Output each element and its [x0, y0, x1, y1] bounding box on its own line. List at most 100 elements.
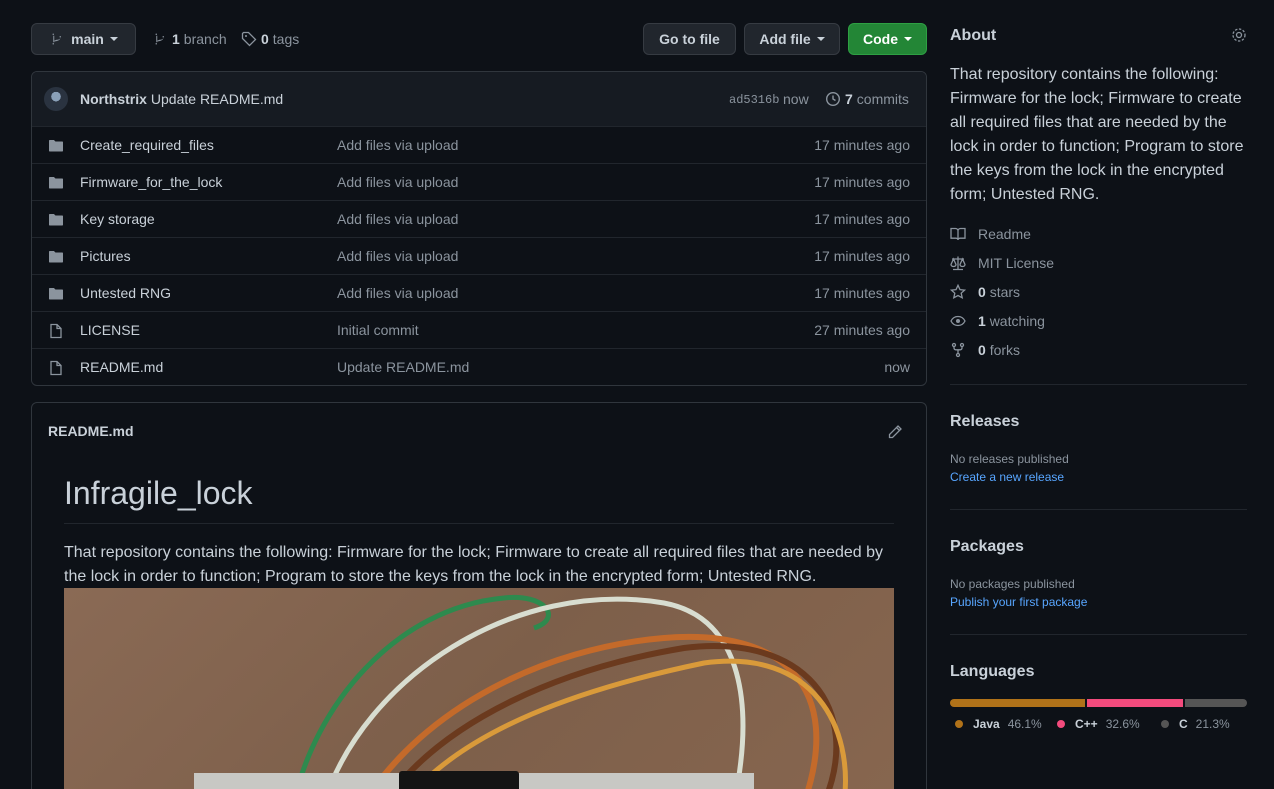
file-name[interactable]: Create_required_files	[80, 137, 214, 153]
branches-link[interactable]: 1 branch	[152, 31, 227, 47]
watching-link[interactable]: 1 watching	[950, 313, 1045, 329]
about-description: That repository contains the following: …	[950, 66, 1244, 203]
packages-empty-text: No packages published	[950, 577, 1075, 591]
history-icon	[825, 91, 841, 107]
language-percent: 21.3%	[1195, 717, 1230, 731]
license-link-label: MIT License	[978, 255, 1054, 271]
languages-heading: Languages	[950, 663, 1035, 680]
folder-icon	[49, 288, 63, 300]
language-percent: 32.6%	[1105, 717, 1140, 731]
sidebar-divider	[950, 384, 1247, 385]
file-commit-message[interactable]: Add files via upload	[337, 137, 458, 153]
file-name[interactable]: Pictures	[80, 248, 131, 264]
language-bar-segment[interactable]	[1184, 699, 1247, 707]
forks-label: forks	[989, 342, 1021, 358]
license-link[interactable]: MIT License	[950, 255, 1054, 271]
file-name[interactable]: Untested RNG	[80, 285, 171, 301]
git-branch-icon	[155, 33, 164, 45]
branch-name: main	[71, 31, 104, 47]
language-c[interactable]: C 21.3%	[1161, 717, 1230, 731]
forks-count: 0	[978, 342, 986, 358]
code-button[interactable]: Code	[848, 23, 927, 55]
chevron-down-icon	[109, 37, 118, 41]
language-java[interactable]: Java 46.1%	[955, 717, 1042, 731]
stars-link[interactable]: 0 stars	[950, 284, 1020, 300]
file-row[interactable]: Create_required_files Add files via uplo…	[32, 126, 926, 163]
file-commit-message[interactable]: Add files via upload	[337, 248, 458, 264]
branch-label: branch	[183, 31, 227, 47]
commit-message[interactable]: Update README.md	[151, 91, 283, 107]
folder-icon	[49, 177, 63, 189]
forks-link[interactable]: 0 forks	[950, 342, 1020, 358]
file-icon	[50, 360, 62, 376]
repo-forked-icon	[951, 342, 965, 358]
stars-label: stars	[989, 284, 1021, 300]
language-bar-segment[interactable]	[950, 699, 1086, 707]
file-age: 17 minutes ago	[814, 248, 910, 264]
file-row[interactable]: LICENSE Initial commit 27 minutes ago	[32, 311, 926, 348]
file-commit-message[interactable]: Update README.md	[337, 359, 469, 375]
file-age: 17 minutes ago	[814, 137, 910, 153]
language-cpp[interactable]: C++ 32.6%	[1057, 717, 1140, 731]
file-name[interactable]: Key storage	[80, 211, 155, 227]
stars-count: 0	[978, 284, 986, 300]
law-icon	[950, 256, 966, 271]
language-name: Java	[973, 717, 1000, 731]
folder-icon	[49, 251, 63, 263]
commit-count-label: commits	[856, 91, 909, 107]
create-release-link[interactable]: Create a new release	[950, 470, 1064, 484]
file-name[interactable]: LICENSE	[80, 322, 140, 338]
star-icon	[950, 284, 966, 300]
sidebar-divider	[950, 509, 1247, 510]
watching-count: 1	[978, 313, 986, 329]
git-branch-icon	[52, 33, 62, 45]
file-name[interactable]: Firmware_for_the_lock	[80, 174, 222, 190]
language-dot	[1057, 720, 1065, 728]
readme-link-label: Readme	[978, 226, 1031, 242]
commit-hash[interactable]: ad5316b	[729, 93, 779, 107]
language-dot	[955, 720, 963, 728]
tag-icon	[241, 31, 257, 47]
file-icon	[50, 323, 62, 339]
file-commit-message[interactable]: Add files via upload	[337, 285, 458, 301]
file-commit-message[interactable]: Add files via upload	[337, 211, 458, 227]
readme-link[interactable]: Readme	[950, 226, 1031, 242]
commit-time: now	[783, 91, 809, 107]
readme-body: That repository contains the following: …	[64, 544, 884, 585]
file-age: 17 minutes ago	[814, 174, 910, 190]
file-row[interactable]: Pictures Add files via upload 17 minutes…	[32, 237, 926, 274]
avatar[interactable]	[44, 87, 68, 111]
file-age: 17 minutes ago	[814, 285, 910, 301]
language-name: C	[1179, 717, 1188, 731]
go-to-file-button[interactable]: Go to file	[643, 23, 736, 55]
file-row[interactable]: README.md Update README.md now	[32, 348, 926, 385]
folder-icon	[49, 140, 63, 152]
language-bar	[950, 699, 1247, 707]
language-bar-segment[interactable]	[1087, 699, 1183, 707]
code-label: Code	[863, 31, 898, 47]
eye-icon	[950, 315, 966, 327]
file-commit-message[interactable]: Add files via upload	[337, 174, 458, 190]
file-row[interactable]: Firmware_for_the_lock Add files via uplo…	[32, 163, 926, 200]
packages-heading[interactable]: Packages	[950, 538, 1024, 556]
latest-commit-bar: Northstrix Update README.md ad5316b now …	[32, 72, 926, 126]
tags-link[interactable]: 0 tags	[241, 31, 299, 47]
file-name[interactable]: README.md	[80, 359, 163, 375]
pencil-icon[interactable]	[887, 424, 903, 440]
file-age: now	[884, 359, 910, 375]
book-icon	[950, 227, 966, 241]
folder-icon	[49, 214, 63, 226]
readme-filename[interactable]: README.md	[48, 423, 134, 439]
releases-heading[interactable]: Releases	[950, 413, 1019, 431]
file-row[interactable]: Key storage Add files via upload 17 minu…	[32, 200, 926, 237]
publish-package-link[interactable]: Publish your first package	[950, 595, 1087, 609]
branch-select-button[interactable]: main	[31, 23, 136, 55]
commit-count: 7	[845, 91, 853, 107]
commits-link[interactable]: 7 commits	[825, 91, 909, 107]
add-file-button[interactable]: Add file	[744, 23, 840, 55]
file-commit-message[interactable]: Initial commit	[337, 322, 419, 338]
gear-icon[interactable]	[1231, 27, 1247, 43]
commit-author[interactable]: Northstrix	[80, 91, 147, 107]
file-list: Northstrix Update README.md ad5316b now …	[31, 71, 927, 386]
file-row[interactable]: Untested RNG Add files via upload 17 min…	[32, 274, 926, 311]
